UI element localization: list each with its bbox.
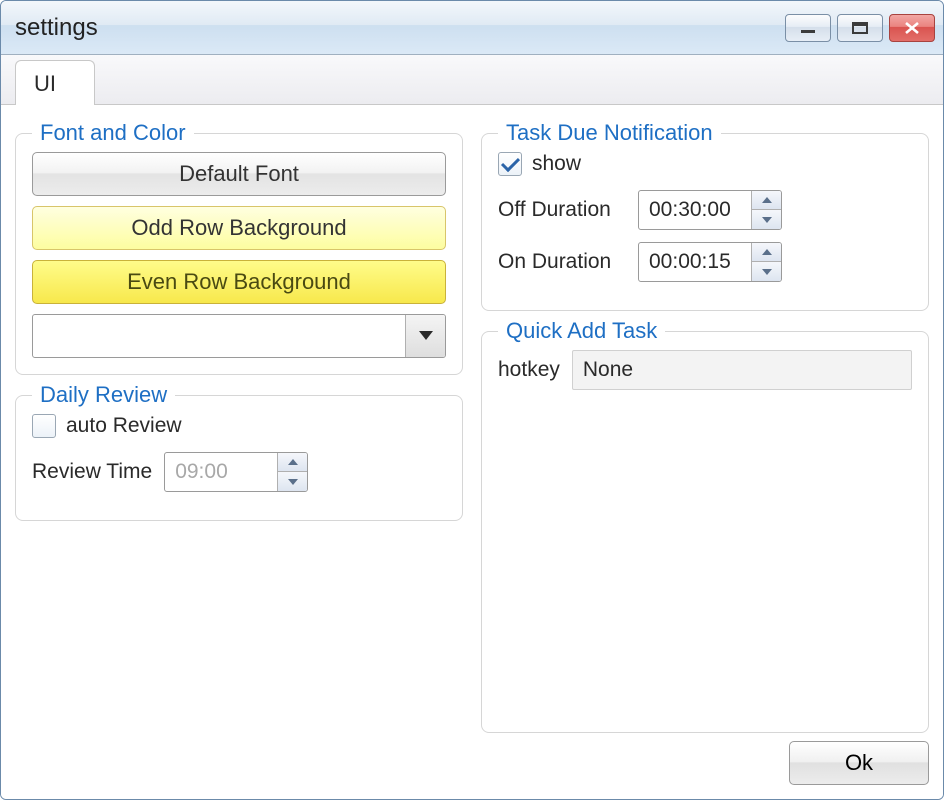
review-time-value: 09:00 xyxy=(165,453,277,491)
task-due-notification-group: Task Due Notification show Off Duration … xyxy=(481,133,929,311)
minimize-button[interactable] xyxy=(785,14,831,42)
dialog-footer: Ok xyxy=(481,733,929,785)
close-icon xyxy=(904,21,920,35)
show-notification-label: show xyxy=(532,152,581,176)
right-column: Task Due Notification show Off Duration … xyxy=(481,113,929,785)
hotkey-label: hotkey xyxy=(498,358,560,382)
off-duration-spinner[interactable]: 00:30:00 xyxy=(638,190,782,230)
font-color-combo[interactable] xyxy=(32,314,446,358)
hotkey-value: None xyxy=(583,358,633,382)
settings-window: settings UI Font and Color Default Font xyxy=(0,0,944,800)
minimize-icon xyxy=(799,21,817,35)
default-font-button[interactable]: Default Font xyxy=(32,152,446,196)
auto-review-checkbox[interactable] xyxy=(32,414,56,438)
auto-review-label: auto Review xyxy=(66,414,182,438)
tab-strip: UI xyxy=(1,55,943,105)
font-and-color-group: Font and Color Default Font Odd Row Back… xyxy=(15,133,463,375)
odd-row-background-button[interactable]: Odd Row Background xyxy=(32,206,446,250)
on-duration-label: On Duration xyxy=(498,250,626,274)
spinner-down-icon[interactable] xyxy=(752,262,781,281)
review-time-spinner[interactable]: 09:00 xyxy=(164,452,308,492)
daily-review-title: Daily Review xyxy=(32,382,175,408)
task-due-notification-title: Task Due Notification xyxy=(498,120,721,146)
spinner-down-icon[interactable] xyxy=(278,472,307,491)
font-and-color-title: Font and Color xyxy=(32,120,194,146)
tab-ui[interactable]: UI xyxy=(15,60,95,105)
window-buttons xyxy=(785,14,935,42)
spinner-up-icon[interactable] xyxy=(752,191,781,210)
daily-review-group: Daily Review auto Review Review Time 09:… xyxy=(15,395,463,521)
show-notification-checkbox[interactable] xyxy=(498,152,522,176)
hotkey-field[interactable]: None xyxy=(572,350,912,390)
client-area: UI Font and Color Default Font Odd Row B… xyxy=(1,55,943,799)
spinner-down-icon[interactable] xyxy=(752,210,781,229)
even-row-background-button[interactable]: Even Row Background xyxy=(32,260,446,304)
window-title: settings xyxy=(15,14,98,42)
quick-add-task-title: Quick Add Task xyxy=(498,318,665,344)
on-duration-value: 00:00:15 xyxy=(639,243,751,281)
font-color-combo-value xyxy=(33,315,405,357)
quick-add-task-group: Quick Add Task hotkey None xyxy=(481,331,929,733)
on-duration-spinner[interactable]: 00:00:15 xyxy=(638,242,782,282)
columns: Font and Color Default Font Odd Row Back… xyxy=(15,113,929,785)
review-time-label: Review Time xyxy=(32,460,152,484)
ok-button[interactable]: Ok xyxy=(789,741,929,785)
close-button[interactable] xyxy=(889,14,935,42)
spinner-up-icon[interactable] xyxy=(278,453,307,472)
chevron-down-icon xyxy=(405,315,445,357)
left-column: Font and Color Default Font Odd Row Back… xyxy=(15,113,463,785)
spinner-up-icon[interactable] xyxy=(752,243,781,262)
maximize-icon xyxy=(851,21,869,35)
titlebar: settings xyxy=(1,1,943,55)
off-duration-value: 00:30:00 xyxy=(639,191,751,229)
maximize-button[interactable] xyxy=(837,14,883,42)
off-duration-label: Off Duration xyxy=(498,198,626,222)
